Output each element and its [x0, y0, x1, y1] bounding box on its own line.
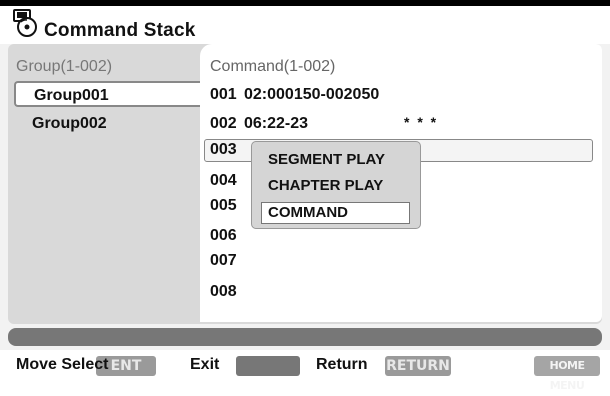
top-edge: [0, 0, 610, 6]
group-list-header: Group(1-002): [16, 58, 113, 75]
group-item-group002[interactable]: Group002: [14, 111, 200, 137]
command-mark: * * *: [404, 114, 439, 130]
command-stack-screen: Command Stack Group(1-002) Group001 Grou…: [0, 0, 610, 392]
status-bar: [8, 328, 602, 346]
command-row[interactable]: 008: [210, 283, 244, 301]
command-number: 001: [210, 86, 237, 103]
command-number: 002: [210, 115, 237, 132]
command-row[interactable]: 004: [210, 172, 244, 190]
exit-key-icon: [236, 356, 300, 376]
title-bar: Command Stack: [0, 0, 610, 44]
command-list-header: Command(1-002): [210, 58, 336, 75]
command-number: 004: [210, 172, 237, 189]
command-row-selected[interactable]: 003: [210, 141, 244, 159]
command-text: 02:000150-002050: [244, 86, 380, 103]
exit-label: Exit: [190, 356, 220, 373]
group-item-group001[interactable]: Group001: [14, 81, 200, 107]
command-number: 005: [210, 197, 237, 214]
return-key-icon: RETURN: [385, 356, 451, 376]
command-number: 008: [210, 283, 237, 300]
disc-icon: [13, 9, 37, 37]
command-row[interactable]: 002 06:22-23: [210, 115, 308, 133]
command-row[interactable]: 007: [210, 252, 244, 270]
command-text: 06:22-23: [244, 115, 309, 132]
command-number: 007: [210, 252, 237, 269]
command-row[interactable]: 005: [210, 197, 244, 215]
move-select-label: Move Select: [16, 356, 109, 373]
command-number: 006: [210, 227, 237, 244]
command-row[interactable]: 001 02:000150-002050: [210, 86, 379, 104]
window-title: Command Stack: [44, 20, 196, 41]
command-number: 003: [210, 141, 237, 158]
return-label: Return: [316, 356, 368, 373]
home-menu-key-icon: HOME MENU: [534, 356, 600, 392]
popup-item-segment-play[interactable]: SEGMENT PLAY: [268, 151, 385, 168]
popup-item-command[interactable]: COMMAND: [268, 204, 348, 221]
popup-item-chapter-play[interactable]: CHAPTER PLAY: [268, 177, 383, 194]
command-row[interactable]: 006: [210, 227, 244, 245]
